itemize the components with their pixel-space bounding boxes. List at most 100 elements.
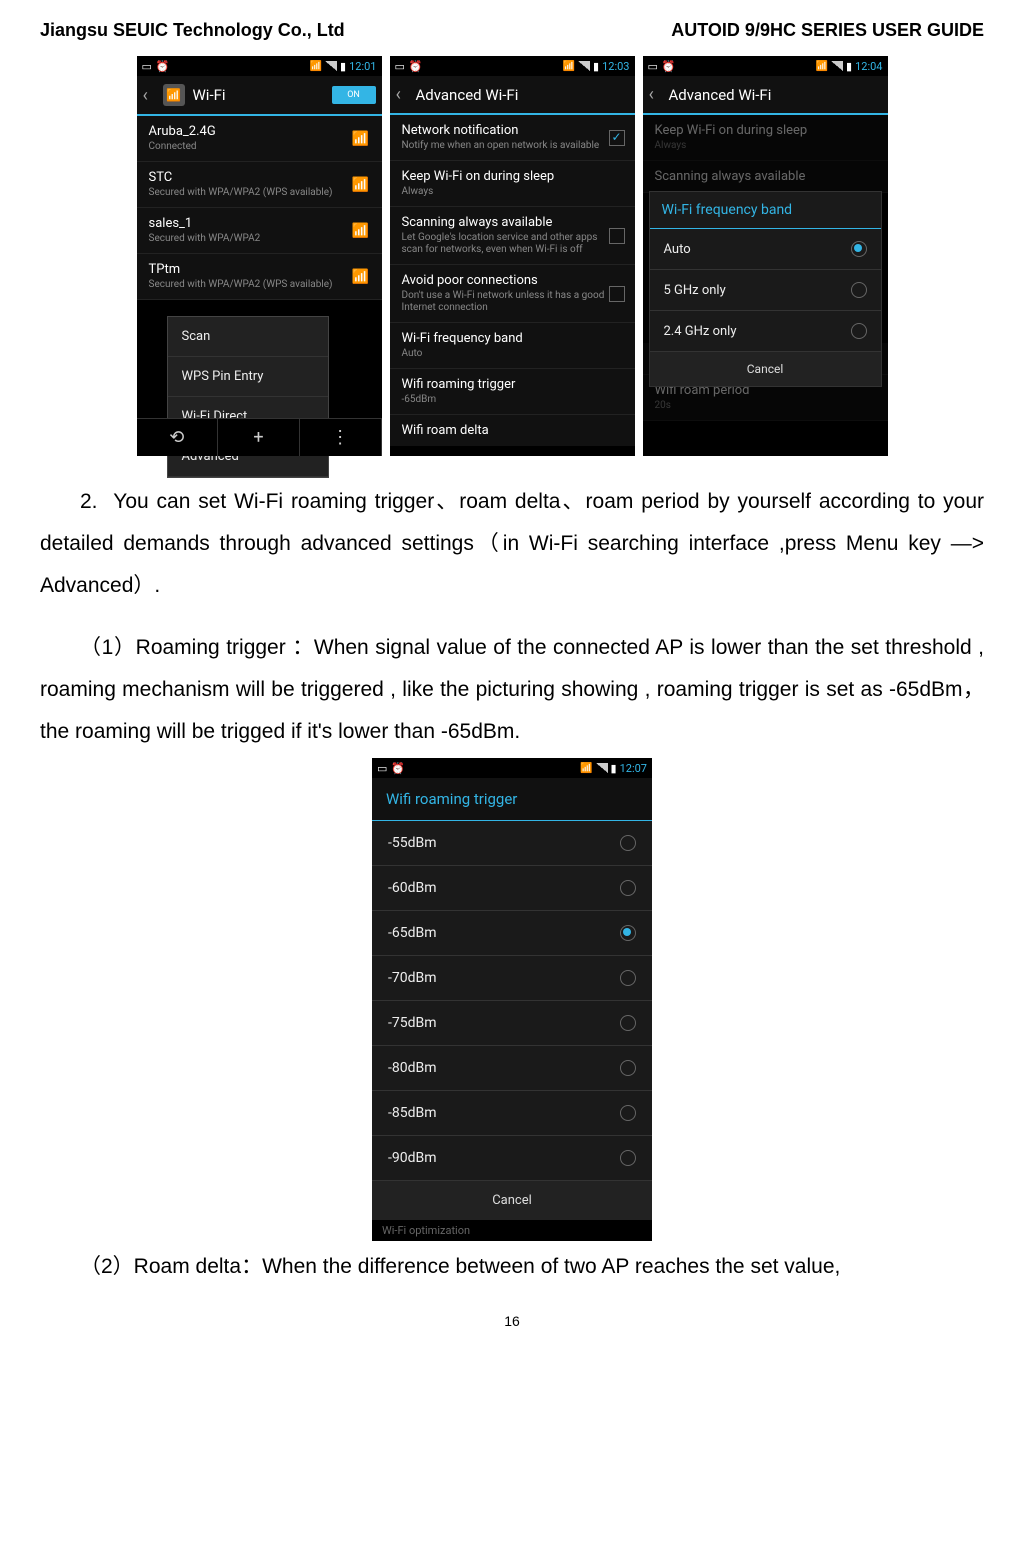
network-name: Aruba_2.4G [149,124,350,139]
radio-icon [620,925,636,941]
sim-icon: ▭ [395,60,405,73]
network-name: TPtm [149,262,350,277]
setting-roam-delta[interactable]: Wifi roam delta [390,415,635,446]
wifi-icon: 📶 [310,61,322,72]
screenshot-roaming-trigger: ▭⏰ 📶▮12:07 Wifi roaming trigger -55dBm -… [372,758,652,1241]
signal-icon [578,61,590,71]
network-status: Connected [149,141,350,153]
option-60dbm[interactable]: -60dBm [372,866,652,911]
roaming-trigger-dialog: Wifi roaming trigger -55dBm -60dBm -65dB… [372,778,652,1220]
back-icon: ‹ [649,84,661,105]
setting-title: Wi-Fi frequency band [402,331,625,346]
option-75dbm[interactable]: -75dBm [372,1001,652,1046]
background-setting-text: Wi-Fi optimization [372,1220,652,1241]
setting-network-notification[interactable]: Network notificationNotify me when an op… [390,115,635,161]
status-time: 12:04 [855,60,882,73]
screen-title: Advanced Wi-Fi [669,86,882,104]
signal-icon [596,763,608,773]
radio-icon [620,970,636,986]
wifi-network-item[interactable]: sales_1Secured with WPA/WPA2 📶 [137,208,382,254]
radio-icon [851,241,867,257]
setting-sub: Notify me when an open network is availa… [402,140,609,152]
menu-button[interactable]: ⋮ [300,419,382,456]
option-label: -85dBm [388,1105,437,1121]
bg-setting: Keep Wi-Fi on during sleepAlways [643,115,888,161]
option-label: -65dBm [388,925,437,941]
signal-icon [831,61,843,71]
option-80dbm[interactable]: -80dBm [372,1046,652,1091]
screenshot-frequency-dialog: ▭⏰ 📶▮12:04 ‹ Advanced Wi-Fi Keep Wi-Fi o… [643,56,888,456]
setting-avoid-poor[interactable]: Avoid poor connectionsDon't use a Wi-Fi … [390,265,635,323]
option-24ghz[interactable]: 2.4 GHz only [650,311,881,352]
wifi-network-item[interactable]: STCSecured with WPA/WPA2 (WPS available)… [137,162,382,208]
setting-keep-wifi-sleep[interactable]: Keep Wi-Fi on during sleepAlways [390,161,635,207]
page-number: 16 [40,1313,984,1329]
menu-scan[interactable]: Scan [168,317,328,357]
add-network-button[interactable]: + [218,419,300,456]
option-label: 2.4 GHz only [664,324,737,339]
frequency-dialog: Wi-Fi frequency band Auto 5 GHz only 2.4… [649,191,882,387]
checkbox-icon[interactable] [609,130,625,146]
title-bar: ‹ Advanced Wi-Fi [390,76,635,115]
option-label: -70dBm [388,970,437,986]
battery-icon: ▮ [611,762,617,775]
setting-sub: Always [402,186,625,198]
option-55dbm[interactable]: -55dBm [372,821,652,866]
bottom-bar: ⟲ + ⋮ [137,418,382,456]
checkbox-icon[interactable] [609,228,625,244]
paragraph-2: （1）Roaming trigger ：When signal value of… [40,627,984,753]
radio-icon [851,323,867,339]
paragraph-text: You can set Wi-Fi roaming trigger、roam d… [40,490,984,597]
setting-sub: -65dBm [402,394,625,406]
list-number: 2. [80,490,98,513]
radio-icon [620,835,636,851]
paragraph-3: （2）Roam delta：When the difference betwee… [40,1246,984,1288]
wifi-signal-icon: 📶 [350,131,372,147]
cancel-button[interactable]: Cancel [372,1181,652,1220]
option-5ghz[interactable]: 5 GHz only [650,270,881,311]
option-85dbm[interactable]: -85dBm [372,1091,652,1136]
menu-wps[interactable]: WPS Pin Entry [168,357,328,397]
alarm-icon: ⏰ [391,762,405,775]
setting-scanning-always[interactable]: Scanning always available Let Google's lo… [390,207,635,265]
page-header: Jiangsu SEUIC Technology Co., Ltd AUTOID… [40,20,984,41]
wifi-network-item[interactable]: Aruba_2.4G Connected 📶 [137,116,382,162]
radio-icon [851,282,867,298]
setting-sub: Always [655,140,878,152]
setting-roaming-trigger[interactable]: Wifi roaming trigger-65dBm [390,369,635,415]
setting-frequency-band[interactable]: Wi-Fi frequency bandAuto [390,323,635,369]
setting-sub: Let Google's location service and other … [402,232,609,256]
setting-sub: Don't use a Wi-Fi network unless it has … [402,290,609,314]
option-65dbm[interactable]: -65dBm [372,911,652,956]
screenshot-advanced-wifi: ▭⏰ 📶▮12:03 ‹ Advanced Wi-Fi Network noti… [390,56,635,456]
screenshot-wifi-list: ▭⏰ 📶▮12:01 ‹ 📶 Wi-Fi ON Aruba_2.4GConnec… [137,56,382,456]
option-70dbm[interactable]: -70dBm [372,956,652,1001]
option-auto[interactable]: Auto [650,229,881,270]
radio-icon [620,1105,636,1121]
setting-title: Scanning always available [402,215,609,230]
dialog-title: Wifi roaming trigger [372,778,652,821]
option-label: 5 GHz only [664,283,726,298]
network-status: Secured with WPA/WPA2 [149,233,350,245]
wifi-network-item[interactable]: TPtm Secured with WPA/WPA2 (WPS available… [137,254,382,300]
wps-button[interactable]: ⟲ [137,419,219,456]
battery-icon: ▮ [846,60,852,73]
option-90dbm[interactable]: -90dBm [372,1136,652,1181]
cancel-button[interactable]: Cancel [650,352,881,386]
title-bar: ‹ 📶 Wi-Fi ON [137,76,382,116]
option-label: -60dBm [388,880,437,896]
signal-icon [325,61,337,71]
wifi-signal-icon: 📶 [350,177,372,193]
title-bar: ‹ Advanced Wi-Fi [643,76,888,115]
back-icon[interactable]: ‹ [396,84,408,105]
radio-icon [620,880,636,896]
setting-sub: 20s [655,400,878,412]
back-icon[interactable]: ‹ [143,85,155,106]
network-name: STC [149,170,350,185]
checkbox-icon[interactable] [609,286,625,302]
radio-icon [620,1060,636,1076]
network-status: Secured with WPA/WPA2 (WPS available) [149,279,350,291]
option-label: Auto [664,242,691,257]
screenshots-row: ▭⏰ 📶▮12:01 ‹ 📶 Wi-Fi ON Aruba_2.4GConnec… [40,56,984,456]
wifi-toggle[interactable]: ON [332,86,376,104]
